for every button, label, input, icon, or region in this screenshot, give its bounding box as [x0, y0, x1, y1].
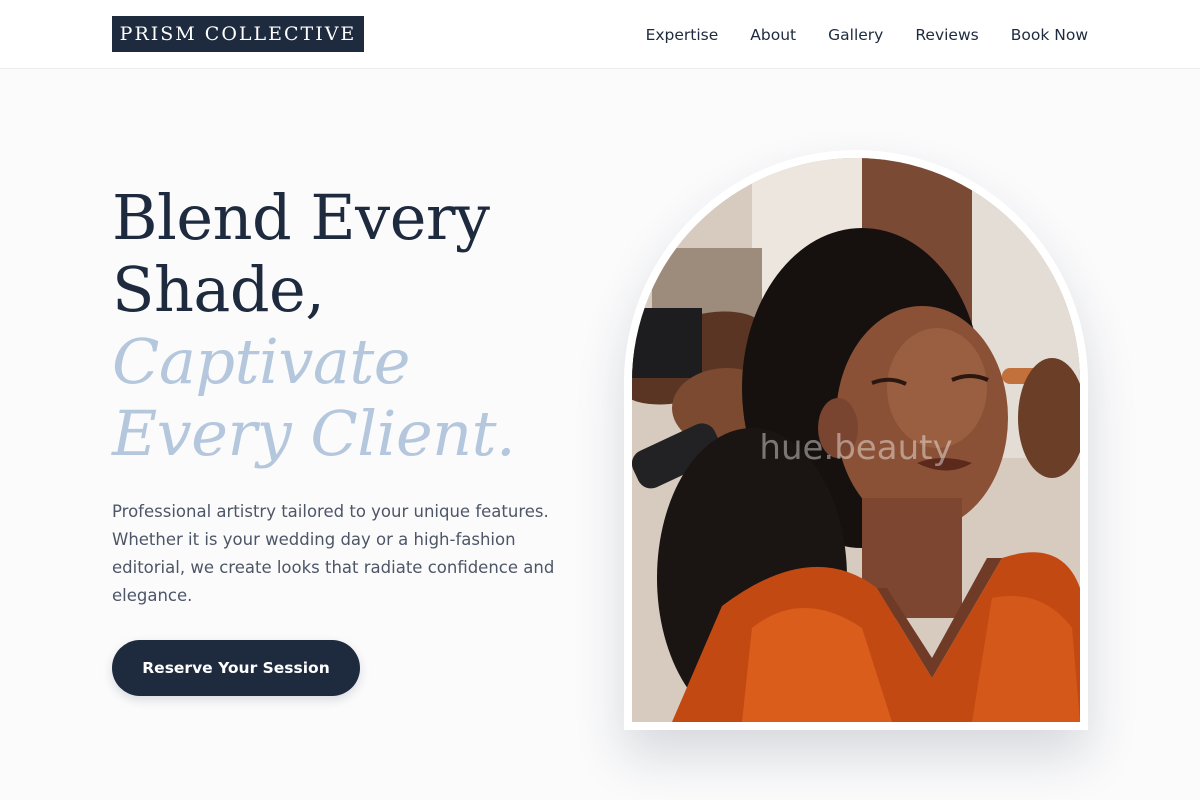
- headline-line-2: Shade,: [112, 253, 325, 326]
- hero-description: Professional artistry tailored to your u…: [112, 502, 555, 605]
- brand-logo[interactable]: PRISM COLLECTIVE: [112, 16, 364, 52]
- hero-headline: Blend Every Shade, Captivate Every Clien…: [112, 182, 582, 470]
- nav-book-now[interactable]: Book Now: [1011, 26, 1088, 44]
- nav-reviews[interactable]: Reviews: [915, 26, 978, 44]
- headline-accent-line-1: Captivate: [112, 325, 410, 398]
- main-nav: Expertise About Gallery Reviews Book Now: [646, 0, 1088, 69]
- headline-accent-line-2: Every Client.: [112, 397, 516, 470]
- nav-gallery[interactable]: Gallery: [828, 26, 883, 44]
- reserve-session-button[interactable]: Reserve Your Session: [112, 640, 360, 696]
- hero-photo: hue.beauty: [632, 158, 1080, 722]
- hero-image-frame: hue.beauty: [624, 150, 1088, 730]
- site-header: PRISM COLLECTIVE Expertise About Gallery…: [0, 0, 1200, 69]
- headline-line-1: Blend Every: [112, 181, 490, 254]
- makeup-artist-photo: [632, 158, 1080, 722]
- nav-expertise[interactable]: Expertise: [646, 26, 719, 44]
- hero-text: Blend Every Shade, Captivate Every Clien…: [112, 182, 582, 610]
- nav-about[interactable]: About: [750, 26, 796, 44]
